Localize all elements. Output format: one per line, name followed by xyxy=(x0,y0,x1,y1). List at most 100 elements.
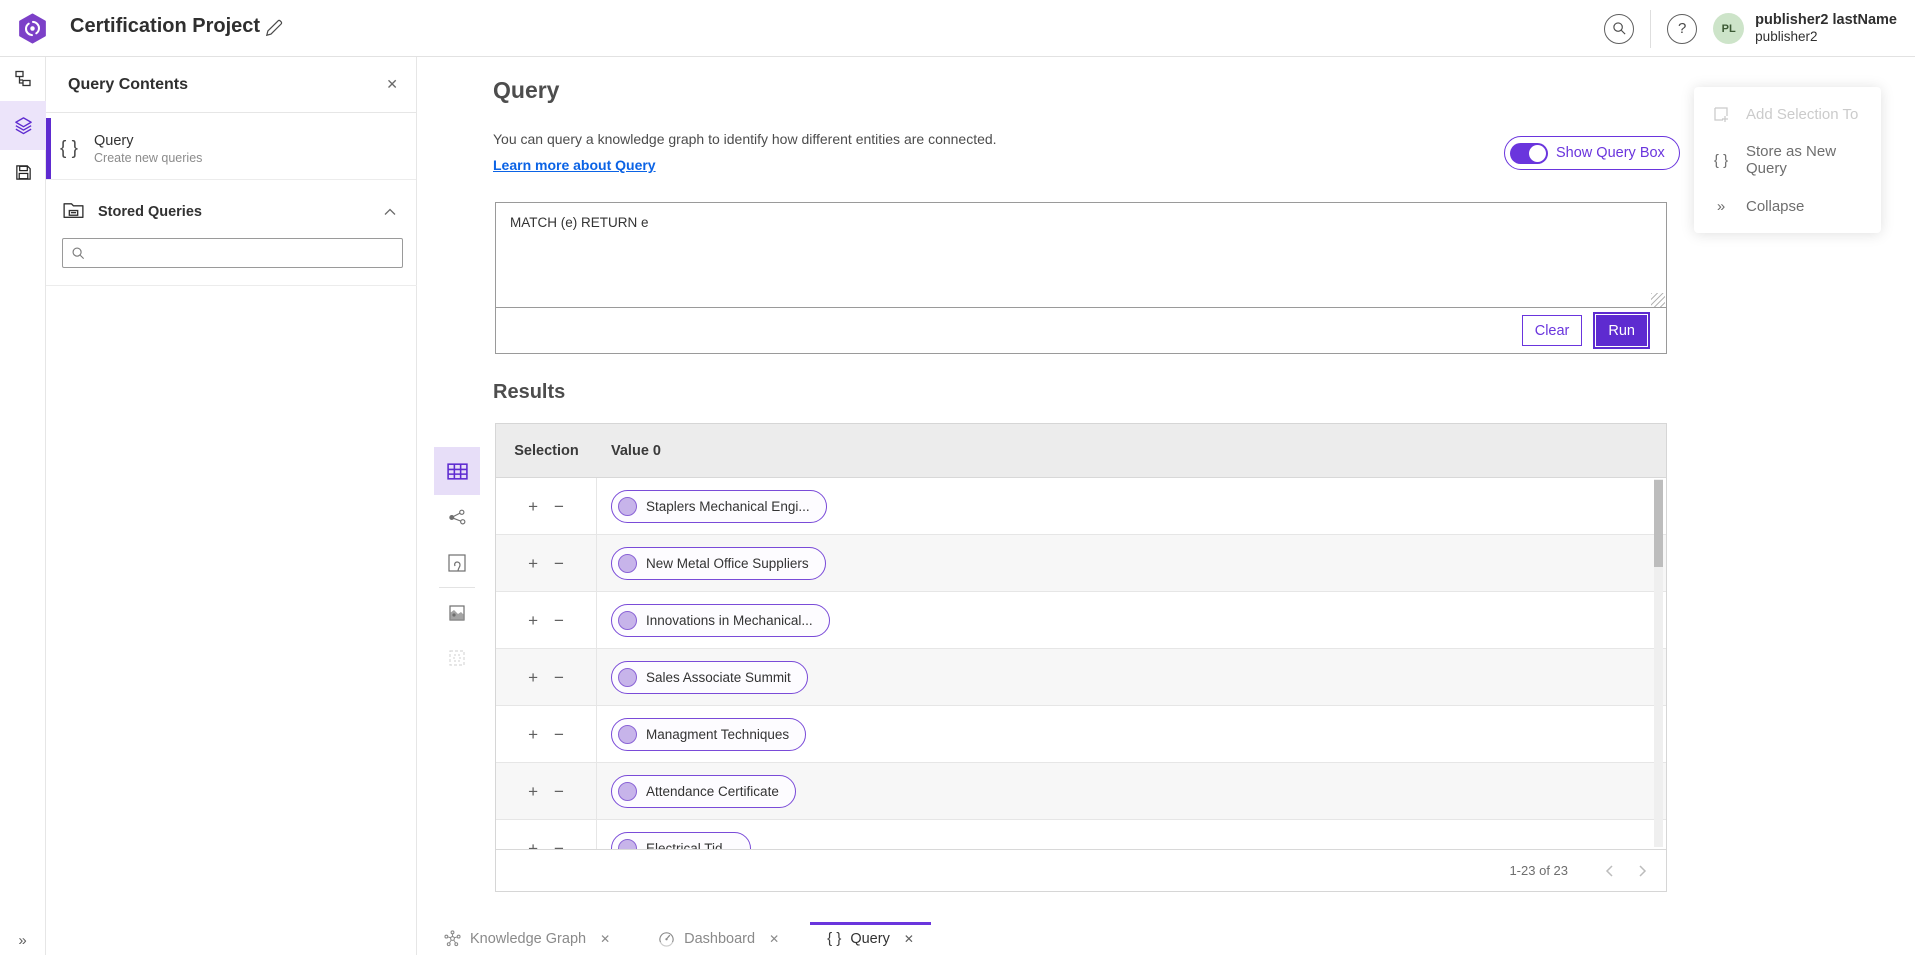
query-editor[interactable]: MATCH (e) RETURN e xyxy=(495,202,1667,308)
scrollbar-thumb[interactable] xyxy=(1654,480,1663,567)
table-view-icon[interactable] xyxy=(434,447,480,495)
remove-from-selection-icon[interactable]: − xyxy=(554,840,564,850)
table-viewport: + − Staplers Mechanical Engi... + − New … xyxy=(496,478,1666,849)
value-cell: Staplers Mechanical Engi... xyxy=(597,490,1666,523)
learn-more-link[interactable]: Learn more about Query xyxy=(493,157,656,173)
results-table: Selection Value 0 + − Staplers Mechanica… xyxy=(495,423,1667,892)
remove-from-selection-icon[interactable]: − xyxy=(554,612,564,629)
toggle-label: Show Query Box xyxy=(1556,145,1665,161)
user-info[interactable]: publisher2 lastName publisher2 xyxy=(1755,12,1897,46)
table-row: + − Electrical Tid... xyxy=(496,820,1666,849)
query-description: You can query a knowledge graph to ident… xyxy=(493,131,997,147)
remove-from-selection-icon[interactable]: − xyxy=(554,498,564,515)
stored-queries-header[interactable]: Stored Queries xyxy=(46,186,416,238)
entity-pill[interactable]: Managment Techniques xyxy=(611,718,806,751)
entity-pill[interactable]: Electrical Tid... xyxy=(611,832,751,850)
add-to-selection-icon[interactable]: + xyxy=(528,840,538,850)
remove-from-selection-icon[interactable]: − xyxy=(554,669,564,686)
stored-queries-search xyxy=(62,238,403,268)
selection-cell: + − xyxy=(496,763,597,819)
add-to-selection-icon[interactable]: + xyxy=(528,783,538,800)
store-query-label: Store as New Query xyxy=(1746,143,1881,177)
map-view-icon[interactable] xyxy=(434,540,480,585)
edit-title-icon[interactable] xyxy=(264,18,286,40)
add-to-selection-icon[interactable]: + xyxy=(528,555,538,572)
contents-layers-icon[interactable] xyxy=(0,101,46,150)
panel-divider xyxy=(46,285,417,286)
entity-pill[interactable]: New Metal Office Suppliers xyxy=(611,547,826,580)
show-query-box-toggle[interactable]: Show Query Box xyxy=(1504,136,1680,170)
value-cell: New Metal Office Suppliers xyxy=(597,547,1666,580)
user-avatar[interactable]: PL xyxy=(1713,13,1744,44)
collapse-label: Collapse xyxy=(1746,198,1804,215)
remove-from-selection-icon[interactable]: − xyxy=(554,726,564,743)
value-cell: Managment Techniques xyxy=(597,718,1666,751)
data-model-icon[interactable] xyxy=(0,57,46,101)
toggle-switch-icon[interactable] xyxy=(1510,143,1548,164)
entity-dot-icon xyxy=(618,839,637,850)
entity-pill[interactable]: Sales Associate Summit xyxy=(611,661,808,694)
dashboard-gauge-icon xyxy=(658,930,675,947)
tab-label: Dashboard xyxy=(684,931,755,947)
tab-query[interactable]: { } Query ✕ xyxy=(810,922,931,955)
collapse-item[interactable]: » Collapse xyxy=(1694,183,1881,229)
topbar-divider xyxy=(1650,10,1651,48)
selection-cell: + − xyxy=(496,706,597,762)
remove-from-selection-icon[interactable]: − xyxy=(554,783,564,800)
entity-dot-icon xyxy=(618,497,637,516)
tab-dashboard[interactable]: Dashboard ✕ xyxy=(641,922,796,955)
save-icon[interactable] xyxy=(0,150,46,194)
app-logo-icon xyxy=(17,13,48,44)
help-icon[interactable]: ? xyxy=(1667,14,1697,44)
selection-cell: + − xyxy=(496,592,597,648)
panel-title: Query Contents xyxy=(68,76,386,94)
layout-view-icon[interactable] xyxy=(434,590,480,635)
knowledge-graph-icon xyxy=(444,930,461,947)
add-selection-label: Add Selection To xyxy=(1746,106,1858,123)
close-tab-icon[interactable]: ✕ xyxy=(904,932,914,946)
braces-icon: { } xyxy=(827,930,841,947)
close-tab-icon[interactable]: ✕ xyxy=(769,932,779,946)
entity-pill[interactable]: Attendance Certificate xyxy=(611,775,796,808)
table-footer: 1-23 of 23 xyxy=(496,849,1666,891)
selection-cell: + − xyxy=(496,649,597,705)
entity-pill[interactable]: Innovations in Mechanical... xyxy=(611,604,830,637)
collapse-section-icon[interactable] xyxy=(384,203,396,221)
tab-label: Query xyxy=(850,931,890,947)
value-cell: Attendance Certificate xyxy=(597,775,1666,808)
query-list-item[interactable]: { } Query Create new queries xyxy=(46,118,416,180)
close-tab-icon[interactable]: ✕ xyxy=(600,932,610,946)
value-cell: Innovations in Mechanical... xyxy=(597,604,1666,637)
run-button[interactable]: Run xyxy=(1595,314,1648,347)
search-input[interactable] xyxy=(92,239,402,267)
add-to-selection-icon[interactable]: + xyxy=(528,612,538,629)
chevrons-right-icon: » xyxy=(1711,198,1731,215)
results-heading: Results xyxy=(493,381,565,404)
tab-knowledge-graph[interactable]: Knowledge Graph ✕ xyxy=(427,922,627,955)
add-to-selection-icon[interactable]: + xyxy=(528,726,538,743)
result-view-strip xyxy=(434,447,480,680)
add-to-selection-icon[interactable]: + xyxy=(528,669,538,686)
project-title: Certification Project xyxy=(70,15,260,38)
scrollbar-track[interactable] xyxy=(1654,479,1663,847)
tab-label: Knowledge Graph xyxy=(470,931,586,947)
panel-header: Query Contents ✕ xyxy=(46,57,416,113)
resize-handle[interactable] xyxy=(1651,293,1665,307)
entity-label: Innovations in Mechanical... xyxy=(646,613,813,628)
store-as-new-query-item[interactable]: { } Store as New Query xyxy=(1694,137,1881,183)
entity-pill[interactable]: Staplers Mechanical Engi... xyxy=(611,490,827,523)
pagination-label: 1-23 of 23 xyxy=(1509,863,1568,878)
graph-view-icon[interactable] xyxy=(434,495,480,540)
expand-panel-icon[interactable]: » xyxy=(0,932,46,949)
close-panel-icon[interactable]: ✕ xyxy=(386,76,398,93)
previous-page-icon[interactable] xyxy=(1596,858,1622,884)
clear-button[interactable]: Clear xyxy=(1522,315,1583,346)
table-row: + − Innovations in Mechanical... xyxy=(496,592,1666,649)
next-page-icon[interactable] xyxy=(1630,858,1656,884)
add-to-selection-icon[interactable]: + xyxy=(528,498,538,515)
search-icon[interactable] xyxy=(1604,14,1634,44)
value-cell: Electrical Tid... xyxy=(597,832,1666,850)
braces-icon: { } xyxy=(1711,152,1731,169)
entity-label: New Metal Office Suppliers xyxy=(646,556,809,571)
remove-from-selection-icon[interactable]: − xyxy=(554,555,564,572)
